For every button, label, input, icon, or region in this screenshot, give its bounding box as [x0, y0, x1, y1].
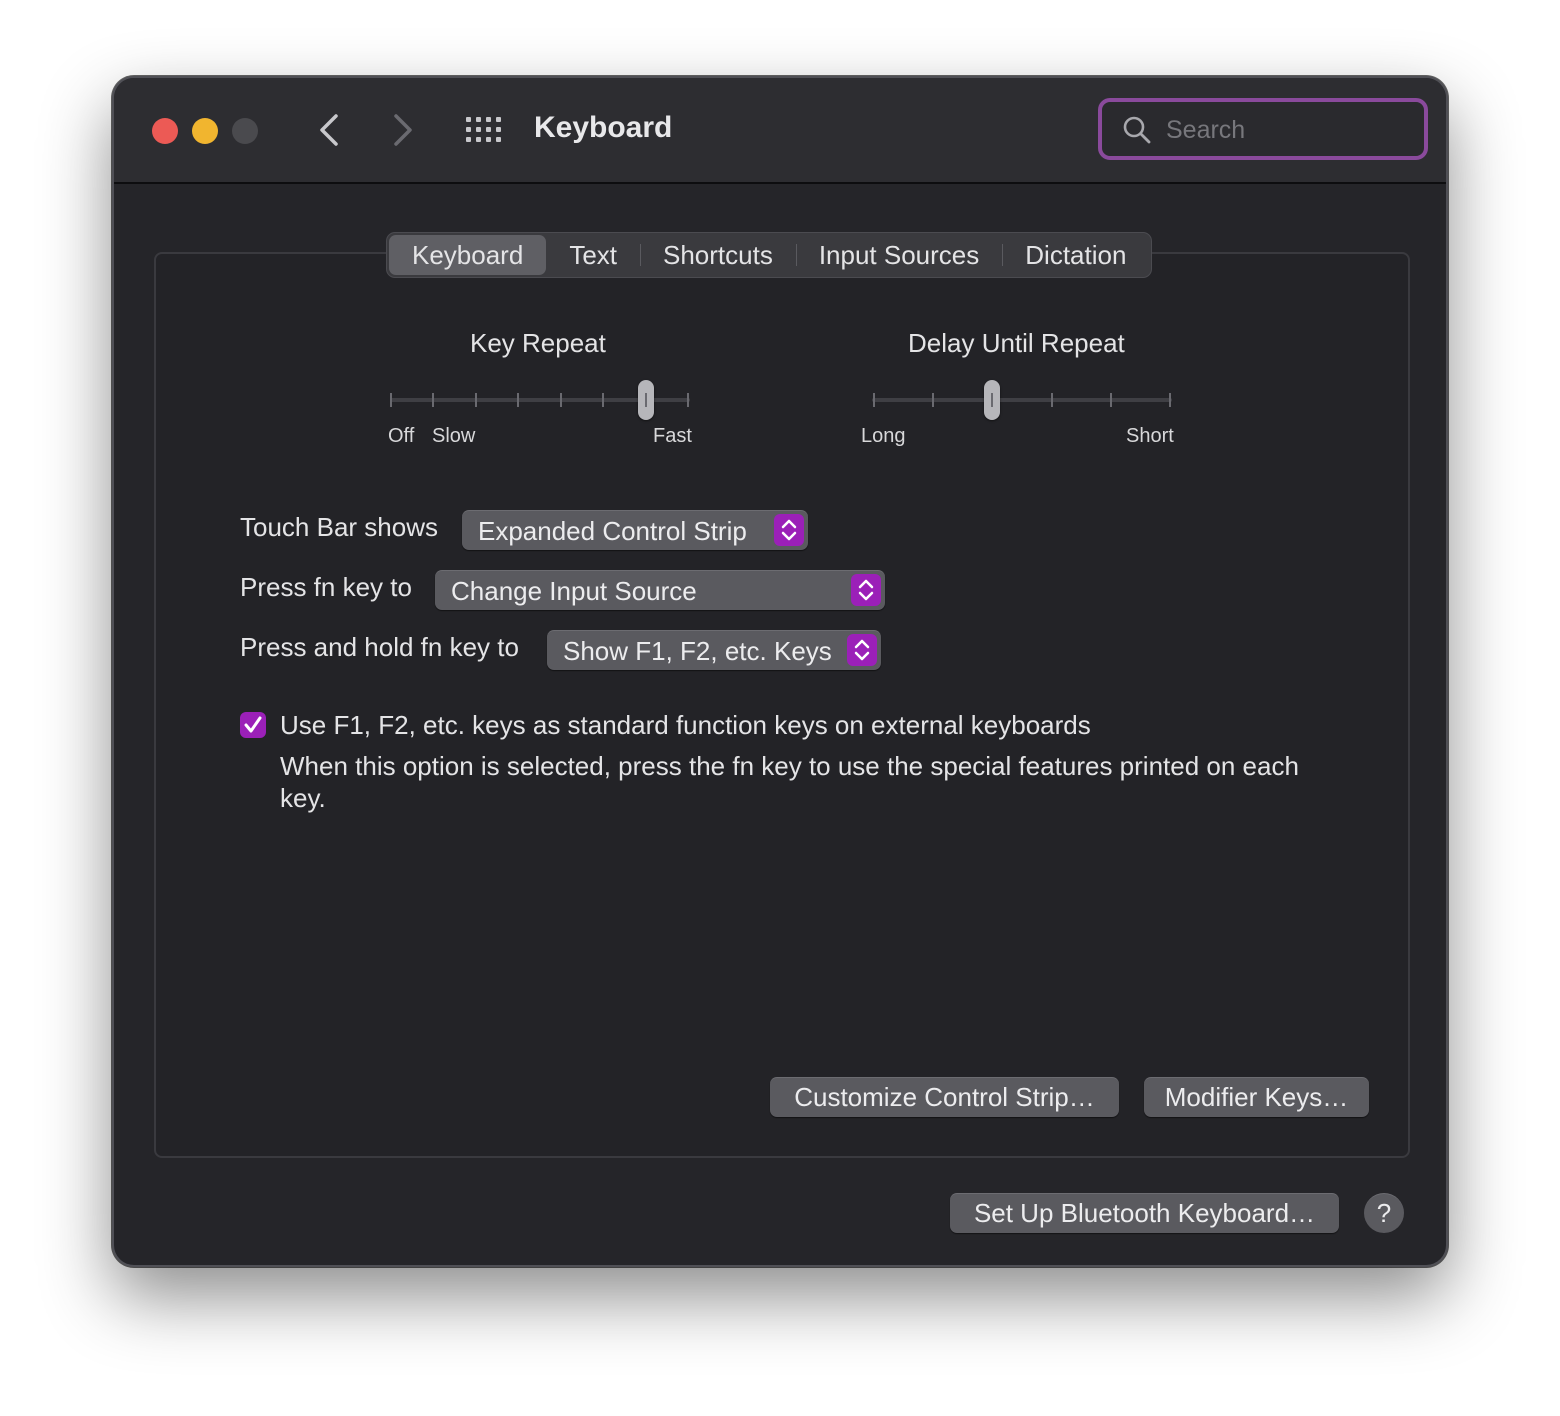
delay-tick — [873, 393, 875, 407]
delay-long-label: Long — [861, 425, 906, 447]
key-repeat-tick — [390, 393, 392, 407]
delay-tick — [991, 393, 994, 407]
hold-fn-key-popup[interactable]: Show F1, F2, etc. Keys — [547, 630, 881, 670]
tab-input-sources[interactable]: Input Sources — [795, 235, 1002, 275]
function-keys-checkbox[interactable] — [240, 712, 266, 738]
delay-tick — [1169, 393, 1171, 407]
touch-bar-label: Touch Bar shows — [240, 512, 438, 542]
key-repeat-tick — [432, 393, 435, 407]
delay-tick — [1109, 393, 1112, 407]
touch-bar-popup[interactable]: Expanded Control Strip — [462, 510, 808, 550]
tab-shortcuts[interactable]: Shortcuts — [640, 235, 796, 275]
checkmark-icon — [244, 716, 262, 733]
delay-slider-track[interactable] — [872, 398, 1172, 402]
fn-key-popup[interactable]: Change Input Source — [435, 570, 885, 610]
chevron-left-icon — [320, 114, 338, 146]
updown-arrows-icon — [774, 514, 804, 546]
close-button[interactable] — [152, 118, 178, 144]
tab-dictation[interactable]: Dictation — [1002, 235, 1149, 275]
customize-control-strip-button[interactable]: Customize Control Strip… — [770, 1077, 1119, 1117]
key-repeat-tick — [474, 393, 477, 407]
modifier-keys-button[interactable]: Modifier Keys… — [1144, 1077, 1369, 1117]
back-button[interactable] — [310, 110, 350, 150]
key-repeat-slow-label: Slow — [432, 425, 476, 447]
delay-tick — [932, 393, 935, 407]
delay-short-label: Short — [1126, 425, 1174, 447]
key-repeat-off-label: Off — [388, 425, 415, 447]
fn-key-label: Press fn key to — [240, 572, 412, 602]
fn-key-popup-value: Change Input Source — [451, 576, 697, 606]
title-bar: Keyboard — [114, 78, 1446, 184]
key-repeat-fast-label: Fast — [653, 425, 692, 447]
key-repeat-tick — [517, 393, 520, 407]
tab-content-panel — [154, 252, 1410, 1158]
key-repeat-tick — [687, 393, 689, 407]
key-repeat-tick — [559, 393, 562, 407]
window-title: Keyboard — [534, 111, 673, 144]
forward-button[interactable] — [382, 110, 422, 150]
updown-arrows-icon — [847, 634, 877, 666]
search-field[interactable] — [1098, 98, 1428, 160]
function-keys-checkbox-label[interactable]: Use F1, F2, etc. keys as standard functi… — [280, 710, 1091, 741]
chevron-right-icon — [394, 114, 412, 146]
zoom-button — [232, 118, 258, 144]
grid-icon — [466, 117, 501, 142]
key-repeat-title: Key Repeat — [470, 328, 606, 358]
set-up-bluetooth-keyboard-button[interactable]: Set Up Bluetooth Keyboard… — [950, 1193, 1339, 1233]
hold-fn-key-label: Press and hold fn key to — [240, 632, 519, 662]
function-keys-description: When this option is selected, press the … — [280, 751, 1299, 813]
show-all-button[interactable] — [464, 114, 504, 146]
preferences-window: Keyboard Keyboard Text Shortcuts Input S… — [112, 76, 1448, 1267]
key-repeat-tick — [644, 393, 647, 407]
tab-keyboard[interactable]: Keyboard — [389, 235, 547, 275]
tab-bar: Keyboard Text Shortcuts Input Sources Di… — [386, 232, 1153, 278]
delay-until-repeat-title: Delay Until Repeat — [908, 328, 1125, 358]
search-icon — [1123, 116, 1151, 144]
minimize-button[interactable] — [192, 118, 218, 144]
tab-text[interactable]: Text — [546, 235, 640, 275]
touch-bar-popup-value: Expanded Control Strip — [478, 516, 747, 546]
updown-arrows-icon — [851, 574, 881, 606]
help-button[interactable]: ? — [1364, 1193, 1404, 1233]
hold-fn-key-popup-value: Show F1, F2, etc. Keys — [563, 636, 832, 666]
search-input[interactable] — [1164, 112, 1418, 148]
delay-tick — [1050, 393, 1053, 407]
key-repeat-tick — [602, 393, 605, 407]
